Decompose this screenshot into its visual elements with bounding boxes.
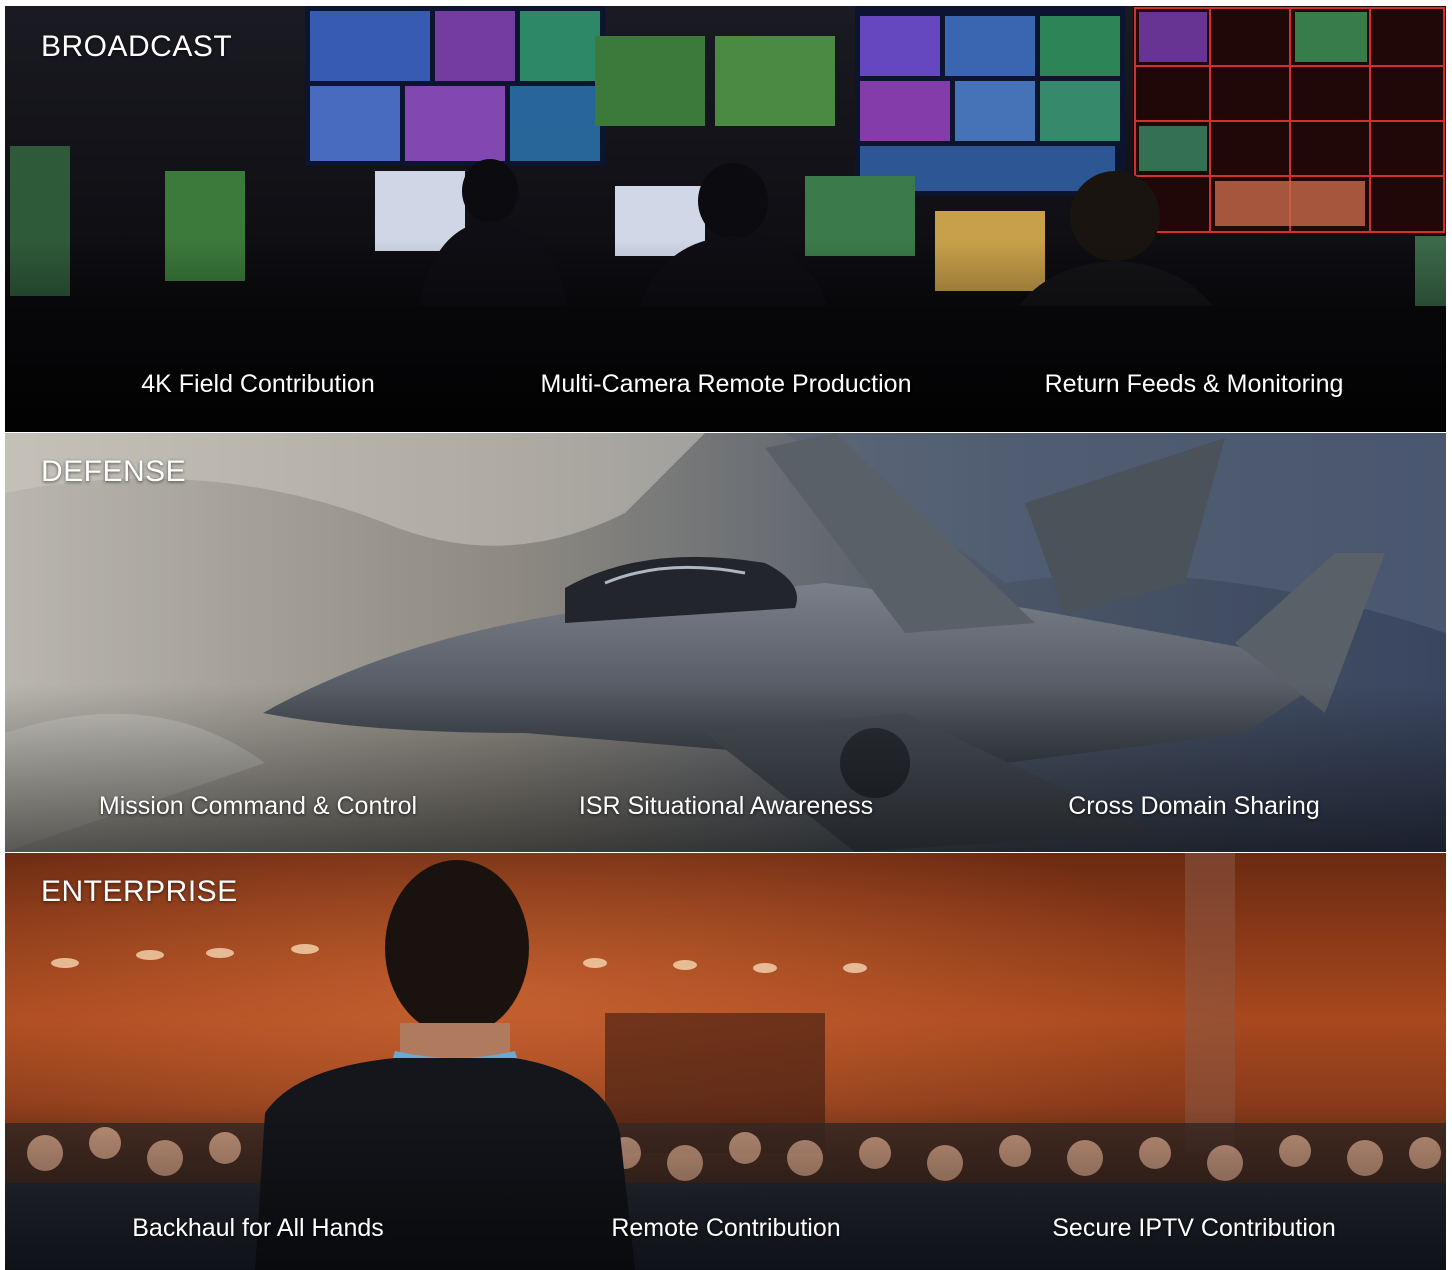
link-remote-contribution[interactable]: Remote Contribution — [611, 1214, 840, 1243]
link-cross-domain-sharing[interactable]: Cross Domain Sharing — [1068, 792, 1320, 821]
enterprise-speaker-audience-image — [5, 853, 1446, 1270]
broadcast-title: BROADCAST — [41, 30, 233, 63]
defense-links: Mission Command & Control ISR Situationa… — [5, 792, 1446, 826]
defense-panel: DEFENSE Mission Command & Control ISR Si… — [5, 433, 1446, 852]
broadcast-control-room-image — [5, 6, 1446, 432]
link-secure-iptv-contribution[interactable]: Secure IPTV Contribution — [1052, 1214, 1335, 1243]
link-mission-command-control[interactable]: Mission Command & Control — [99, 792, 417, 821]
link-isr-situational-awareness[interactable]: ISR Situational Awareness — [579, 792, 873, 821]
defense-title: DEFENSE — [41, 455, 187, 488]
enterprise-title: ENTERPRISE — [41, 875, 238, 908]
link-backhaul-for-all-hands[interactable]: Backhaul for All Hands — [132, 1214, 384, 1243]
enterprise-links: Backhaul for All Hands Remote Contributi… — [5, 1214, 1446, 1248]
defense-fighter-jet-image — [5, 433, 1446, 852]
link-multi-camera-remote-production[interactable]: Multi-Camera Remote Production — [541, 370, 912, 399]
link-return-feeds-monitoring[interactable]: Return Feeds & Monitoring — [1045, 370, 1344, 399]
link-4k-field-contribution[interactable]: 4K Field Contribution — [141, 370, 374, 399]
broadcast-panel: BROADCAST 4K Field Contribution Multi-Ca… — [5, 6, 1446, 432]
enterprise-panel: ENTERPRISE Backhaul for All Hands Remote… — [5, 853, 1446, 1270]
broadcast-links: 4K Field Contribution Multi-Camera Remot… — [5, 370, 1446, 404]
solutions-grid: BROADCAST 4K Field Contribution Multi-Ca… — [0, 0, 1452, 1270]
